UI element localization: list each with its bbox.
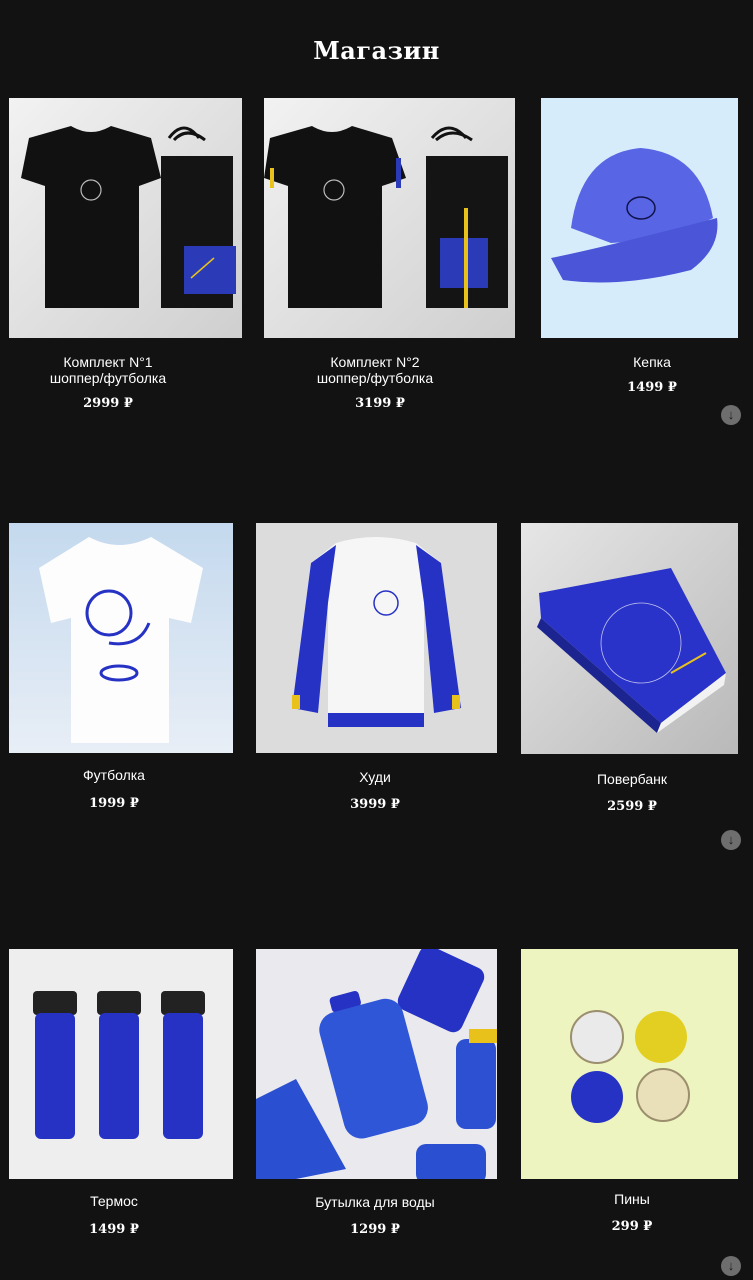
product-image-kit-2[interactable] (264, 98, 515, 338)
product-name-line2: шоппер/футболка (49, 370, 167, 386)
product-name-line2: шоппер/футболка (316, 370, 434, 386)
product-name: Худи (359, 769, 391, 785)
product-price: 1499 ₽ (627, 380, 677, 395)
product-name: Кепка (633, 354, 671, 370)
product-price: 3999 ₽ (350, 797, 400, 812)
page-title: Магазин (313, 36, 440, 65)
product-image-water-bottle[interactable] (256, 949, 497, 1179)
product-image-kit-1[interactable] (9, 98, 242, 338)
product-price: 2999 ₽ (83, 396, 133, 411)
product-name: Термос (90, 1193, 138, 1209)
product-name: Пины (614, 1191, 650, 1207)
product-image-tshirt[interactable] (9, 523, 233, 753)
product-name: Повербанк (596, 771, 668, 787)
product-image-hoodie[interactable] (256, 523, 497, 753)
product-name: Комплект N°1 (63, 354, 153, 370)
product-image-pins[interactable] (521, 949, 738, 1179)
scroll-down-button[interactable]: ↓ (721, 830, 741, 850)
arrow-down-icon: ↓ (727, 407, 735, 422)
product-price: 2599 ₽ (607, 799, 657, 814)
product-image-cap[interactable] (541, 98, 738, 338)
arrow-down-icon: ↓ (727, 1258, 735, 1273)
product-image-powerbank[interactable] (521, 523, 738, 754)
product-price: 3199 ₽ (355, 396, 405, 411)
product-price: 1499 ₽ (89, 1222, 139, 1237)
product-image-thermos[interactable] (9, 949, 233, 1179)
scroll-down-button[interactable]: ↓ (721, 405, 741, 425)
product-price: 1299 ₽ (350, 1222, 400, 1237)
product-name: Комплект N°2 (330, 354, 420, 370)
arrow-down-icon: ↓ (727, 832, 735, 847)
scroll-down-button[interactable]: ↓ (721, 1256, 741, 1276)
product-price: 1999 ₽ (89, 796, 139, 811)
product-name: Бутылка для воды (315, 1194, 435, 1210)
product-name: Футболка (83, 767, 145, 783)
product-price: 299 ₽ (611, 1219, 653, 1234)
